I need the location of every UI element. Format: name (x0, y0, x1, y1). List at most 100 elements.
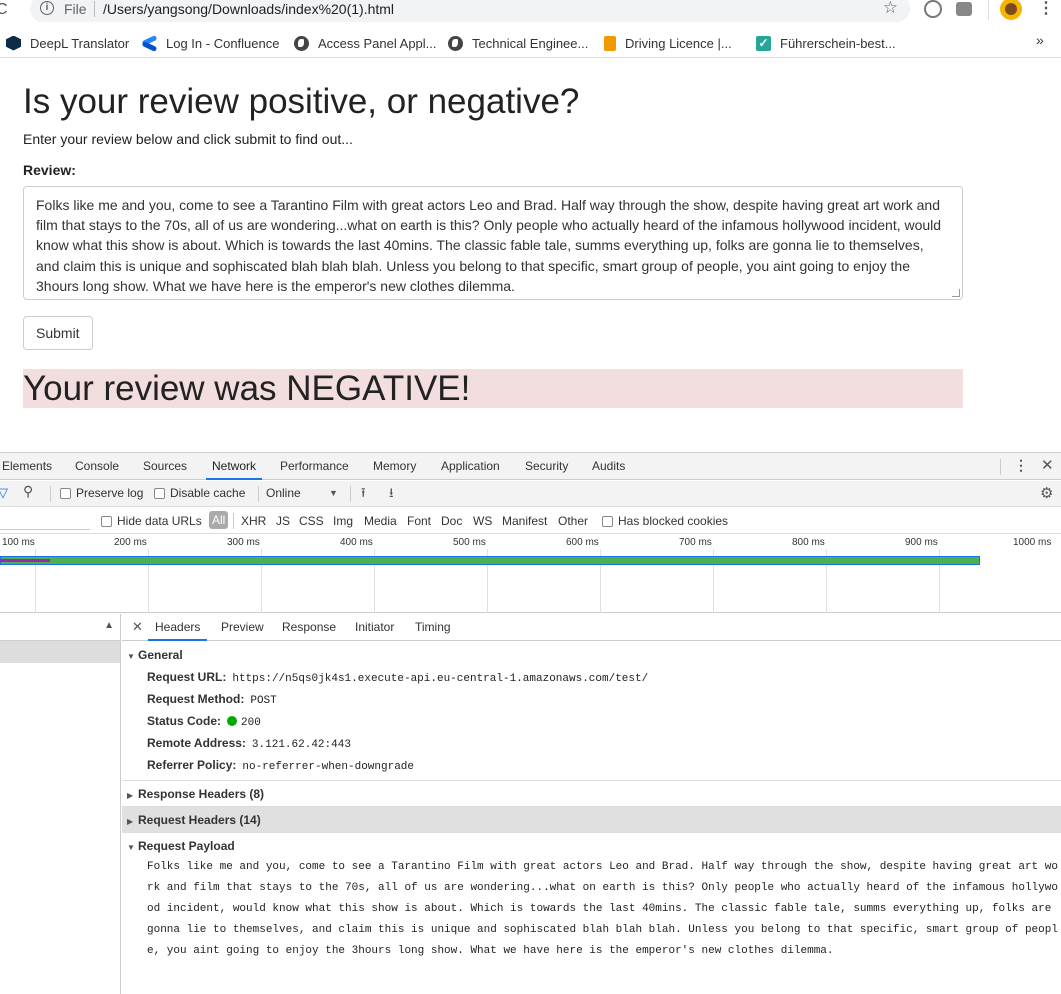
bookmark-access-panel[interactable]: Access Panel Appl... (294, 32, 437, 54)
checkbox-box[interactable] (602, 516, 613, 527)
filter-img[interactable]: Img (333, 514, 353, 528)
request-payload-title[interactable]: ▼ Request Payload (122, 835, 1061, 857)
filter-ws[interactable]: WS (473, 514, 492, 528)
timeline-tick: 1000 ms (1013, 537, 1052, 548)
devtools-divider (1000, 459, 1001, 475)
bookmarks-overflow[interactable]: » (1036, 32, 1044, 48)
throttle-select[interactable]: Online (266, 486, 301, 500)
tab-initiator[interactable]: Initiator (355, 614, 394, 641)
page-title: Is your review positive, or negative? (23, 82, 580, 121)
url-text[interactable]: /Users/yangsong/Downloads/index%20(1).ht… (103, 1, 394, 17)
tab-security[interactable]: Security (525, 453, 568, 480)
filter-doc[interactable]: Doc (441, 514, 462, 528)
blocked-cookies-checkbox[interactable]: Has blocked cookies (602, 514, 728, 528)
devtools-menu-icon[interactable]: ⋮ (1014, 457, 1028, 474)
general-section: ▼ General Request URL: https://n5qs0jk4s1.… (122, 641, 1061, 776)
bookmark-driving-licence[interactable]: Driving Licence |... (604, 32, 732, 54)
network-timeline[interactable]: 100 ms 200 ms 300 ms 400 ms 500 ms 600 m… (0, 535, 1061, 613)
close-icon[interactable]: ✕ (132, 619, 143, 635)
payload-line: gonna lie to themselves, and claim this … (147, 924, 1058, 936)
header-value: POST (250, 695, 277, 707)
tab-timing[interactable]: Timing (415, 614, 451, 641)
tab-application[interactable]: Application (441, 453, 500, 480)
payload-line: e, you aint going to enjoy the 3hours lo… (147, 945, 834, 957)
extension-icon[interactable] (924, 0, 942, 18)
preserve-log-checkbox[interactable]: Preserve log (60, 486, 143, 500)
filter-divider (233, 513, 234, 529)
header-key: Remote Address: (147, 736, 246, 750)
bookmark-star-icon[interactable]: ☆ (883, 0, 898, 18)
result-banner: Your review was NEGATIVE! (23, 369, 963, 408)
import-har-icon[interactable]: ⭱ (361, 484, 366, 506)
header-value: 3.121.62.42:443 (251, 739, 351, 751)
payload-line: rk and film that stays to the 70s, all o… (147, 882, 1058, 894)
request-headers-title[interactable]: ▶ Request Headers (14) (122, 809, 1061, 831)
tab-elements[interactable]: Elements (2, 453, 52, 480)
omnibox-divider (94, 1, 95, 17)
request-row-selected[interactable] (0, 641, 120, 663)
reload-icon[interactable]: C (0, 0, 8, 20)
resize-grip[interactable] (952, 289, 960, 297)
filter-bar: Hide data URLs All XHR JS CSS Img Media … (0, 508, 1061, 534)
bookmark-deepl[interactable]: DeepL Translator (6, 32, 129, 54)
review-textarea[interactable]: Folks like me and you, come to see a Tar… (23, 186, 963, 300)
hide-data-urls-checkbox[interactable]: Hide data URLs (101, 514, 202, 528)
request-list-header[interactable]: ▲ (0, 614, 120, 641)
checkbox-box[interactable] (154, 488, 165, 499)
request-url-row: Request URL: https://n5qs0jk4s1.execute-a… (122, 666, 1061, 688)
filter-all[interactable]: All (209, 511, 229, 529)
search-icon[interactable]: ⚲ (23, 483, 33, 500)
checkbox-box[interactable] (101, 516, 112, 527)
cast-icon[interactable] (956, 2, 972, 16)
filter-manifest[interactable]: Manifest (502, 514, 547, 528)
tab-response[interactable]: Response (282, 614, 336, 641)
submit-button[interactable]: Submit (23, 316, 93, 350)
general-section-title[interactable]: ▼ General (122, 644, 1061, 666)
bookmark-technical[interactable]: Technical Enginee... (448, 32, 588, 54)
bookmark-confluence[interactable]: Log In - Confluence (142, 32, 279, 54)
bookmark-fuehrerschein[interactable]: ✓ Führerschein-best... (756, 32, 896, 54)
book-icon (604, 35, 616, 51)
export-har-icon[interactable]: ⭳ (389, 484, 394, 506)
status-code-row: Status Code: 200 (122, 710, 1061, 732)
devtools-close-icon[interactable]: ✕ (1041, 456, 1054, 474)
tab-console[interactable]: Console (75, 453, 119, 480)
omnibox[interactable]: i File /Users/yangsong/Downloads/index%2… (30, 0, 910, 22)
tab-audits[interactable]: Audits (592, 453, 625, 480)
response-headers-title[interactable]: ▶ Response Headers (8) (122, 783, 1061, 805)
browser-menu-icon[interactable]: ⋮ (1038, 0, 1054, 18)
timeline-tick: 500 ms (453, 537, 486, 548)
timeline-tick: 400 ms (340, 537, 373, 548)
filter-xhr[interactable]: XHR (241, 514, 266, 528)
request-list: ▲ (0, 614, 121, 994)
disable-cache-checkbox[interactable]: Disable cache (154, 486, 245, 500)
globe-icon (294, 35, 309, 51)
tab-memory[interactable]: Memory (373, 453, 416, 480)
filter-font[interactable]: Font (407, 514, 431, 528)
filter-input[interactable] (0, 512, 90, 530)
gear-icon[interactable]: ⚙ (1040, 484, 1053, 502)
response-headers-section[interactable]: ▶ Response Headers (8) (122, 780, 1061, 806)
info-icon[interactable]: i (40, 1, 54, 15)
sort-up-icon[interactable]: ▲ (104, 620, 114, 631)
filter-media[interactable]: Media (364, 514, 397, 528)
filter-css[interactable]: CSS (299, 514, 324, 528)
profile-avatar[interactable] (1000, 0, 1022, 20)
bookmark-label: Driving Licence |... (625, 35, 732, 51)
tab-performance[interactable]: Performance (280, 453, 349, 480)
tab-preview[interactable]: Preview (221, 614, 264, 641)
tab-network[interactable]: Network (206, 453, 263, 480)
request-headers-section[interactable]: ▶ Request Headers (14) (122, 806, 1061, 832)
filter-js[interactable]: JS (276, 514, 290, 528)
bookmark-label: Technical Enginee... (472, 35, 589, 51)
checkbox-box[interactable] (60, 488, 71, 499)
section-title: Request Payload (138, 839, 235, 853)
tab-sources[interactable]: Sources (143, 453, 187, 480)
filter-other[interactable]: Other (558, 514, 588, 528)
request-details: ✕ Headers Preview Response Initiator Tim… (122, 614, 1061, 994)
chevron-down-icon[interactable]: ▼ (329, 488, 338, 498)
filter-icon[interactable]: ▽ (0, 485, 8, 501)
tab-headers[interactable]: Headers (148, 614, 208, 641)
remote-address-row: Remote Address: 3.121.62.42:443 (122, 732, 1061, 754)
collapsed-triangle-icon: ▶ (127, 817, 134, 826)
